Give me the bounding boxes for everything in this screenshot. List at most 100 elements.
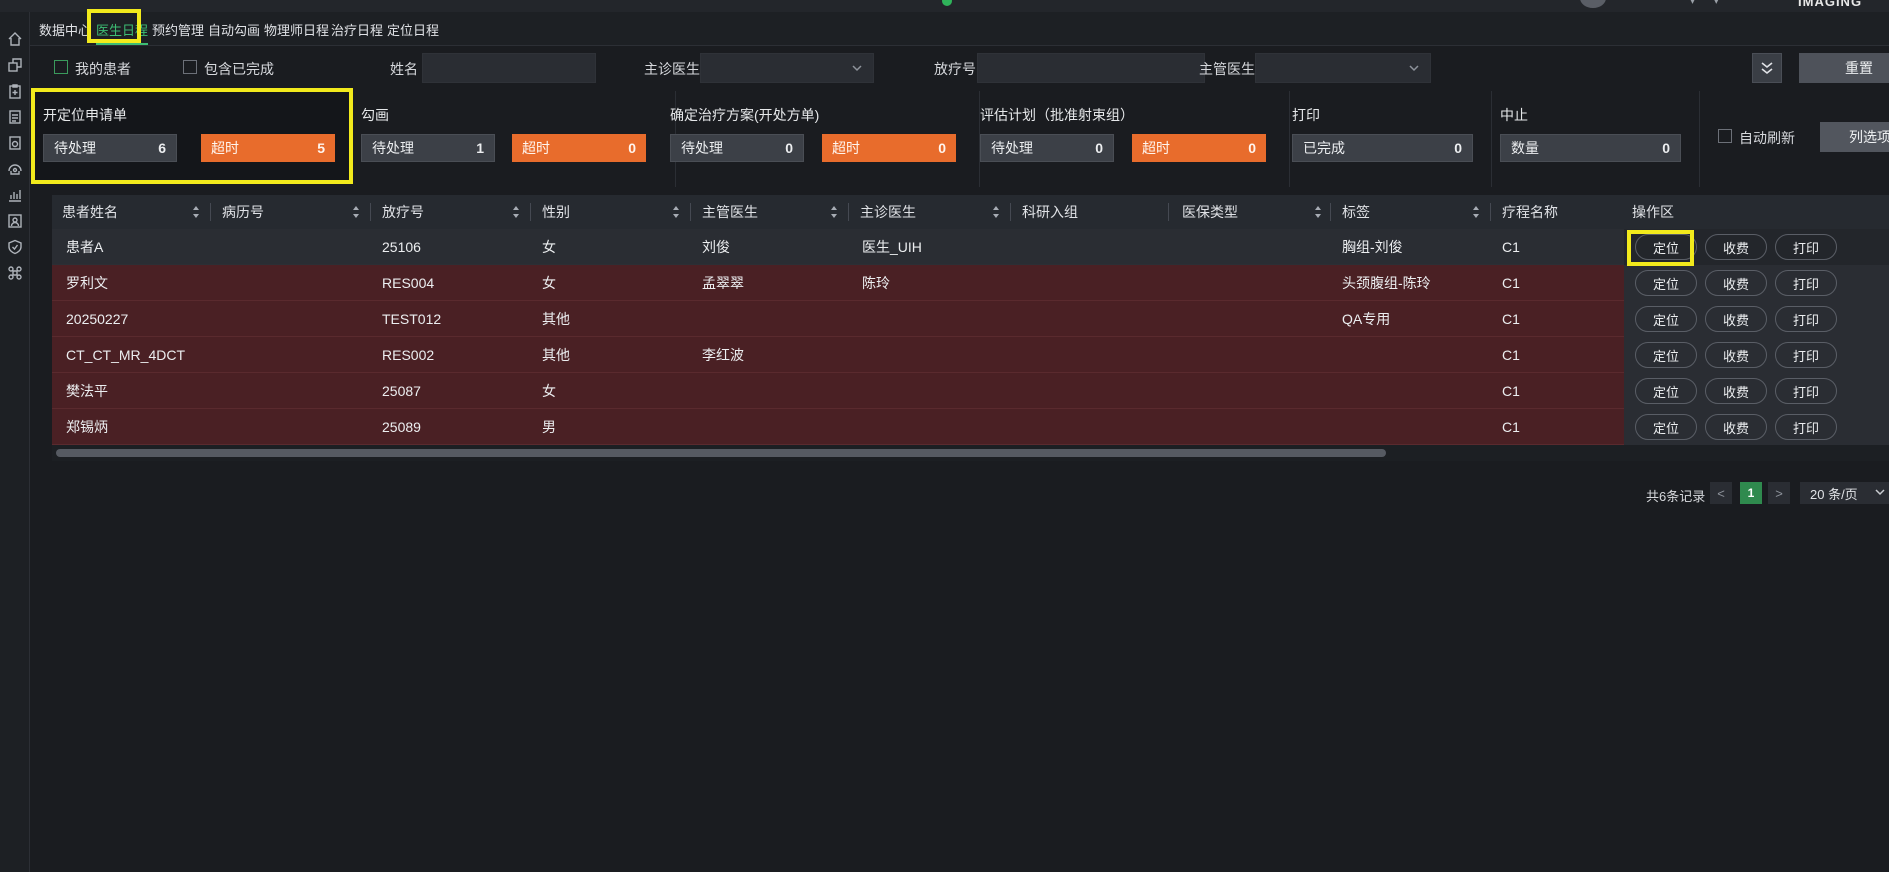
locate-button[interactable]: 定位 bbox=[1635, 378, 1697, 404]
pending-pill[interactable]: 待处理 6 bbox=[43, 134, 177, 162]
locate-button[interactable]: 定位 bbox=[1635, 234, 1697, 260]
attending-doctor-label: 主诊医生 bbox=[644, 61, 700, 77]
table-row[interactable]: 郑锡炳 25089 男 C1 定位 收费 打印 bbox=[52, 409, 1889, 445]
expand-filters-button[interactable] bbox=[1752, 53, 1782, 83]
name-input[interactable] bbox=[422, 53, 596, 83]
tab-data-center[interactable]: 数据中心 bbox=[39, 20, 91, 39]
table-row[interactable]: 罗利文 RES004 女 孟翠翠 陈玲 头颈腹组-陈玲 C1 定位 收费 打印 bbox=[52, 265, 1889, 301]
tab-physicist-schedule[interactable]: 物理师日程 bbox=[264, 20, 329, 39]
count-pill[interactable]: 数量 0 bbox=[1500, 134, 1681, 162]
table-header: 患者姓名 病历号 放疗号 性别 主管医生 主诊医生 科研入组 医保类型 标签 疗… bbox=[52, 195, 1889, 229]
cell-attending-doctor: 陈玲 bbox=[862, 275, 890, 291]
copy-icon[interactable] bbox=[6, 56, 24, 74]
tab-auto-contour[interactable]: 自动勾画 bbox=[208, 20, 260, 39]
pill-label: 超时 bbox=[1142, 140, 1170, 156]
tab-simulation-schedule[interactable]: 定位日程 bbox=[387, 20, 439, 39]
cell-course-name: C1 bbox=[1502, 239, 1520, 255]
rt-number-input[interactable] bbox=[977, 53, 1205, 83]
overdue-pill[interactable]: 超时 0 bbox=[512, 134, 646, 162]
charge-button[interactable]: 收费 bbox=[1705, 234, 1767, 260]
page-number-button[interactable]: 1 bbox=[1740, 482, 1762, 504]
cell-tag: 头颈腹组-陈玲 bbox=[1342, 275, 1431, 291]
charge-button[interactable]: 收费 bbox=[1705, 270, 1767, 296]
cell-rt-no: TEST012 bbox=[382, 311, 442, 327]
locate-button[interactable]: 定位 bbox=[1635, 306, 1697, 332]
locate-button[interactable]: 定位 bbox=[1635, 342, 1697, 368]
charge-button[interactable]: 收费 bbox=[1705, 306, 1767, 332]
pending-pill[interactable]: 待处理 0 bbox=[980, 134, 1114, 162]
locate-button[interactable]: 定位 bbox=[1635, 270, 1697, 296]
cell-patient-name: 郑锡炳 bbox=[66, 419, 108, 435]
table-row[interactable]: 樊法平 25087 女 C1 定位 收费 打印 bbox=[52, 373, 1889, 409]
sort-icon[interactable] bbox=[1314, 205, 1322, 219]
device-icon[interactable] bbox=[6, 160, 24, 178]
my-patients-checkbox[interactable] bbox=[54, 60, 68, 74]
col-header-patient-name[interactable]: 患者姓名 bbox=[52, 195, 118, 229]
col-header-course-name[interactable]: 疗程名称 bbox=[1492, 195, 1558, 229]
print-button[interactable]: 打印 bbox=[1775, 234, 1837, 260]
row-actions: 定位 收费 打印 bbox=[1624, 229, 1889, 265]
col-header-tag[interactable]: 标签 bbox=[1332, 195, 1370, 229]
report-icon[interactable] bbox=[6, 108, 24, 126]
col-header-attending-doctor[interactable]: 主诊医生 bbox=[850, 195, 916, 229]
tab-appointments[interactable]: 预约管理 bbox=[152, 20, 204, 39]
sort-icon[interactable] bbox=[830, 205, 838, 219]
auto-refresh-checkbox[interactable] bbox=[1718, 129, 1732, 143]
charge-button[interactable]: 收费 bbox=[1705, 342, 1767, 368]
overdue-pill[interactable]: 超时 5 bbox=[201, 134, 335, 162]
include-completed-checkbox[interactable] bbox=[183, 60, 197, 74]
chief-doctor-select[interactable] bbox=[1255, 53, 1431, 83]
col-header-research-group[interactable]: 科研入组 bbox=[1012, 195, 1078, 229]
tab-doctor-schedule[interactable]: 医生日程 bbox=[96, 20, 149, 45]
col-header-record-no[interactable]: 病历号 bbox=[212, 195, 264, 229]
tab-treatment-schedule[interactable]: 治疗日程 bbox=[331, 20, 383, 39]
pill-label: 超时 bbox=[211, 140, 239, 156]
print-button[interactable]: 打印 bbox=[1775, 306, 1837, 332]
reset-button[interactable]: 重置 bbox=[1799, 53, 1889, 83]
col-header-gender[interactable]: 性别 bbox=[532, 195, 570, 229]
pill-count: 1 bbox=[476, 140, 484, 156]
print-button[interactable]: 打印 bbox=[1775, 270, 1837, 296]
page-size-select[interactable]: 20 条/页 bbox=[1800, 482, 1889, 504]
sort-icon[interactable] bbox=[1472, 205, 1480, 219]
horizontal-scrollbar[interactable] bbox=[56, 449, 1386, 457]
table-row[interactable]: 20250227 TEST012 其他 QA专用 C1 定位 收费 打印 bbox=[52, 301, 1889, 337]
cell-course-name: C1 bbox=[1502, 275, 1520, 291]
print-button[interactable]: 打印 bbox=[1775, 414, 1837, 440]
locate-button[interactable]: 定位 bbox=[1635, 414, 1697, 440]
completed-pill[interactable]: 已完成 0 bbox=[1292, 134, 1473, 162]
charge-button[interactable]: 收费 bbox=[1705, 378, 1767, 404]
col-header-chief-doctor[interactable]: 主管医生 bbox=[692, 195, 758, 229]
attending-doctor-select[interactable] bbox=[700, 53, 874, 83]
clipboard-plus-icon[interactable] bbox=[6, 82, 24, 100]
column-options-button[interactable]: 列选项 bbox=[1820, 122, 1889, 152]
avatar[interactable] bbox=[1580, 0, 1606, 8]
cell-gender: 女 bbox=[542, 383, 556, 399]
overdue-pill[interactable]: 超时 0 bbox=[822, 134, 956, 162]
pending-pill[interactable]: 待处理 0 bbox=[670, 134, 804, 162]
charge-button[interactable]: 收费 bbox=[1705, 414, 1767, 440]
shield-icon[interactable] bbox=[6, 238, 24, 256]
sort-icon[interactable] bbox=[992, 205, 1000, 219]
table-row[interactable]: 患者A 25106 女 刘俊 医生_UIH 胸组-刘俊 C1 定位 收费 打印 bbox=[52, 229, 1889, 265]
col-header-rt-no[interactable]: 放疗号 bbox=[372, 195, 424, 229]
sort-icon[interactable] bbox=[192, 205, 200, 219]
scan-icon[interactable] bbox=[6, 134, 24, 152]
overdue-pill[interactable]: 超时 0 bbox=[1132, 134, 1266, 162]
print-button[interactable]: 打印 bbox=[1775, 378, 1837, 404]
table-row[interactable]: CT_CT_MR_4DCT RES002 其他 李红波 C1 定位 收费 打印 bbox=[52, 337, 1889, 373]
home-icon[interactable] bbox=[6, 30, 24, 48]
row-actions: 定位 收费 打印 bbox=[1624, 265, 1889, 301]
next-page-button[interactable]: > bbox=[1768, 482, 1790, 504]
person-card-icon[interactable] bbox=[6, 212, 24, 230]
sort-icon[interactable] bbox=[352, 205, 360, 219]
stage-card-simulation-request: 开定位申请单 待处理 6 超时 5 bbox=[34, 91, 350, 187]
prev-page-button[interactable]: < bbox=[1710, 482, 1732, 504]
command-icon[interactable] bbox=[6, 264, 24, 282]
pending-pill[interactable]: 待处理 1 bbox=[361, 134, 495, 162]
sort-icon[interactable] bbox=[512, 205, 520, 219]
sort-icon[interactable] bbox=[672, 205, 680, 219]
col-header-insurance-type[interactable]: 医保类型 bbox=[1172, 195, 1238, 229]
chart-icon[interactable] bbox=[6, 186, 24, 204]
print-button[interactable]: 打印 bbox=[1775, 342, 1837, 368]
